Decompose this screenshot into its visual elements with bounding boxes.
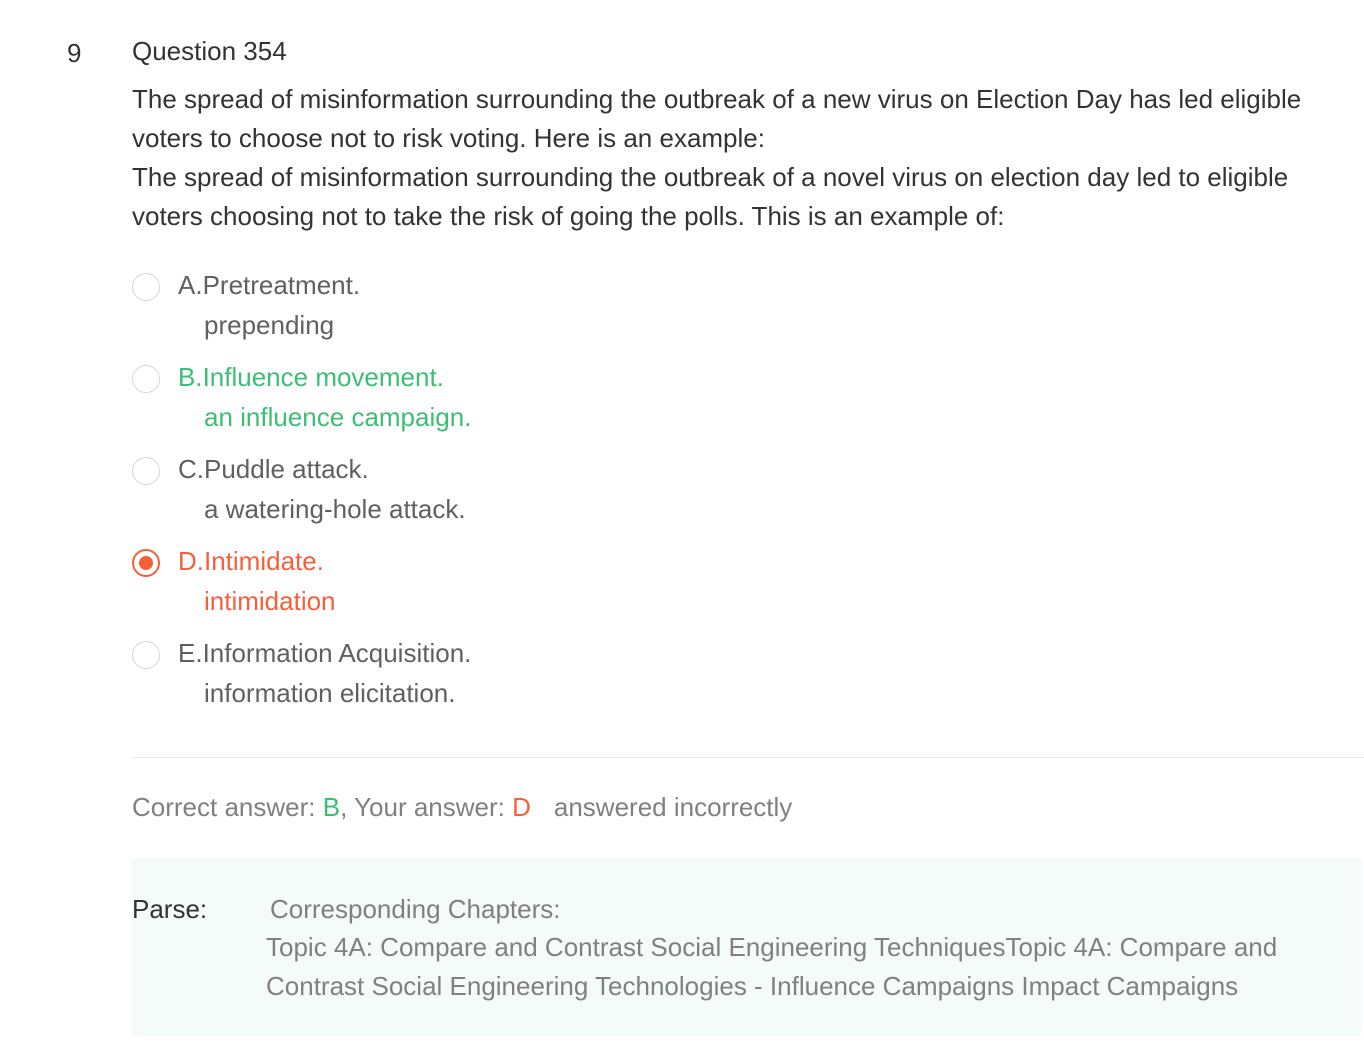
result-separator: , [340,792,355,822]
question-title: Question 354 [132,36,287,66]
answer-result: Correct answer: B, Your answer: Danswere… [132,792,792,823]
radio-button-c[interactable] [132,457,160,485]
question-stem: The spread of misinformation surrounding… [132,80,1357,236]
option-b-label: B.Influence movement. [178,362,444,392]
option-e-label: E.Information Acquisition. [178,638,472,668]
correct-answer-label: Correct answer: [132,792,323,822]
question-index: 9 [67,38,82,68]
radio-button-b[interactable] [132,365,160,393]
option-d[interactable]: D.Intimidate. intimidation [132,542,1032,634]
question-stem-line-2: The spread of misinformation surrounding… [132,162,1289,231]
your-answer-value: D [512,792,531,822]
parse-label: Parse: [132,894,208,924]
parse-panel: Parse: Corresponding Chapters: Topic 4A:… [132,858,1362,1036]
option-d-translation: intimidation [204,586,336,616]
option-e-translation: information elicitation. [204,678,456,708]
question-card: 9 Question 354 The spread of misinformat… [0,0,1364,1047]
parse-topic-text: Topic 4A: Compare and Contrast Social En… [266,932,1278,1001]
radio-button-a[interactable] [132,273,160,301]
option-b[interactable]: B.Influence movement. an influence campa… [132,358,1032,450]
radio-dot-icon [139,556,153,570]
option-c[interactable]: C.Puddle attack. a watering-hole attack. [132,450,1032,542]
your-answer-label: Your answer: [354,792,513,822]
option-c-translation: a watering-hole attack. [204,494,466,524]
option-a[interactable]: A.Pretreatment. prepending [132,266,1032,358]
option-c-label: C.Puddle attack. [178,454,369,484]
parse-chapters-label: Corresponding Chapters: [270,894,561,924]
divider [132,757,1364,758]
option-e[interactable]: E.Information Acquisition. information e… [132,634,1032,726]
option-a-label: A.Pretreatment. [178,270,361,300]
question-stem-line-1: The spread of misinformation surrounding… [132,84,1302,153]
result-status: answered incorrectly [553,792,793,822]
radio-button-d-selected[interactable] [132,549,160,577]
option-a-translation: prepending [204,310,335,340]
correct-answer-value: B [322,792,341,822]
answer-options: A.Pretreatment. prepending B.Influence m… [132,266,1032,726]
radio-button-e[interactable] [132,641,160,669]
option-b-translation: an influence campaign. [204,402,472,432]
option-d-label: D.Intimidate. [178,546,324,576]
